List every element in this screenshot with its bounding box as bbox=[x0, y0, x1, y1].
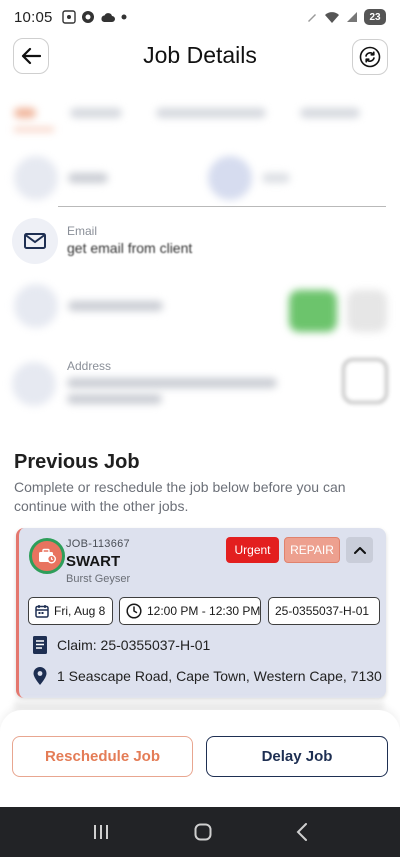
reschedule-job-button[interactable]: Reschedule Job bbox=[12, 736, 193, 777]
blurred-text bbox=[67, 378, 277, 388]
tab-underline bbox=[14, 128, 54, 131]
repair-badge: REPAIR bbox=[284, 537, 340, 563]
job-address-row: 1 Seascape Road, Cape Town, Western Cape… bbox=[32, 666, 382, 686]
blurred-text bbox=[68, 301, 163, 311]
blurred-avatar bbox=[14, 156, 58, 200]
system-icons: 23 bbox=[306, 9, 386, 25]
dot-icon bbox=[121, 14, 127, 20]
blurred-location-icon bbox=[12, 362, 56, 406]
map-button[interactable] bbox=[343, 359, 387, 403]
location-pin-icon bbox=[33, 667, 47, 685]
call-button[interactable] bbox=[289, 290, 337, 332]
document-icon bbox=[33, 636, 47, 654]
wifi-icon bbox=[325, 11, 339, 23]
job-address: 1 Seascape Road, Cape Town, Western Cape… bbox=[57, 668, 382, 684]
app-notification-icon bbox=[81, 11, 94, 23]
job-number: JOB-113667 bbox=[66, 538, 130, 550]
back-nav-icon[interactable] bbox=[296, 823, 308, 841]
address-label: Address bbox=[67, 359, 112, 373]
previous-job-description: Complete or reschedule the job below bef… bbox=[14, 479, 346, 514]
message-button[interactable] bbox=[347, 290, 387, 332]
job-status-avatar bbox=[29, 538, 65, 574]
pen-icon bbox=[308, 14, 316, 22]
job-reference: 25-0355037-H-01 bbox=[275, 604, 370, 618]
email-row: Email get email from client bbox=[12, 218, 392, 266]
blurred-phone-icon bbox=[14, 284, 58, 328]
status-bar: 10:05 23 bbox=[0, 0, 400, 34]
job-date: Fri, Aug 8 bbox=[54, 604, 106, 618]
email-value: get email from client bbox=[67, 240, 193, 256]
cloud-icon bbox=[101, 13, 115, 22]
calendar-icon bbox=[35, 605, 49, 618]
refresh-icon bbox=[359, 46, 381, 68]
blurred-next-card bbox=[14, 700, 384, 710]
tab-placeholder bbox=[156, 108, 266, 118]
action-sheet: Reschedule Job Delay Job bbox=[0, 710, 400, 807]
tabs-strip bbox=[14, 100, 400, 124]
battery-level: 23 bbox=[369, 11, 381, 23]
app-header: Job Details bbox=[0, 38, 400, 76]
delay-job-button[interactable]: Delay Job bbox=[206, 736, 388, 777]
claim-text: Claim: 25-0355037-H-01 bbox=[57, 637, 211, 653]
refresh-button[interactable] bbox=[352, 39, 388, 75]
screenshot-icon bbox=[61, 10, 76, 24]
date-chip: Fri, Aug 8 bbox=[28, 597, 113, 625]
status-time: 10:05 bbox=[14, 8, 53, 26]
phone-row-blurred bbox=[0, 284, 400, 328]
chevron-up-icon bbox=[353, 547, 366, 554]
job-type: Burst Geyser bbox=[66, 573, 131, 585]
email-label: Email bbox=[67, 224, 98, 238]
previous-job-card[interactable]: JOB-113667 SWART Burst Geyser Urgent REP… bbox=[16, 528, 386, 698]
job-client: SWART bbox=[66, 553, 121, 570]
briefcase-clock-icon bbox=[39, 548, 56, 564]
tab-placeholder bbox=[300, 108, 360, 118]
claim-row: Claim: 25-0355037-H-01 bbox=[32, 635, 210, 655]
blurred-text bbox=[262, 173, 290, 183]
reference-chip: 25-0355037-H-01 bbox=[268, 597, 380, 625]
recents-icon[interactable] bbox=[92, 824, 110, 840]
client-row-blurred bbox=[0, 156, 400, 200]
blurred-avatar bbox=[208, 156, 252, 200]
urgent-badge: Urgent bbox=[226, 537, 279, 563]
clock-icon bbox=[126, 603, 142, 619]
notification-icons bbox=[61, 10, 127, 24]
blurred-text bbox=[68, 173, 108, 183]
tab-placeholder bbox=[14, 108, 36, 118]
job-time: 12:00 PM - 12:30 PM bbox=[147, 604, 261, 618]
collapse-button[interactable] bbox=[346, 537, 373, 563]
address-row: Address bbox=[12, 356, 392, 416]
divider bbox=[58, 206, 386, 207]
battery-icon: 23 bbox=[364, 9, 386, 25]
mail-icon bbox=[24, 233, 46, 249]
previous-job-title: Previous Job bbox=[14, 451, 140, 473]
signal-icon bbox=[347, 12, 357, 22]
blurred-text bbox=[67, 394, 162, 404]
home-icon[interactable] bbox=[194, 823, 212, 841]
time-chip: 12:00 PM - 12:30 PM bbox=[119, 597, 261, 625]
tab-placeholder bbox=[70, 108, 122, 118]
system-nav-bar bbox=[0, 807, 400, 857]
page-title: Job Details bbox=[143, 42, 257, 68]
blurred-job-details: Email get email from client Address bbox=[0, 94, 400, 434]
email-icon-wrap bbox=[12, 218, 58, 264]
